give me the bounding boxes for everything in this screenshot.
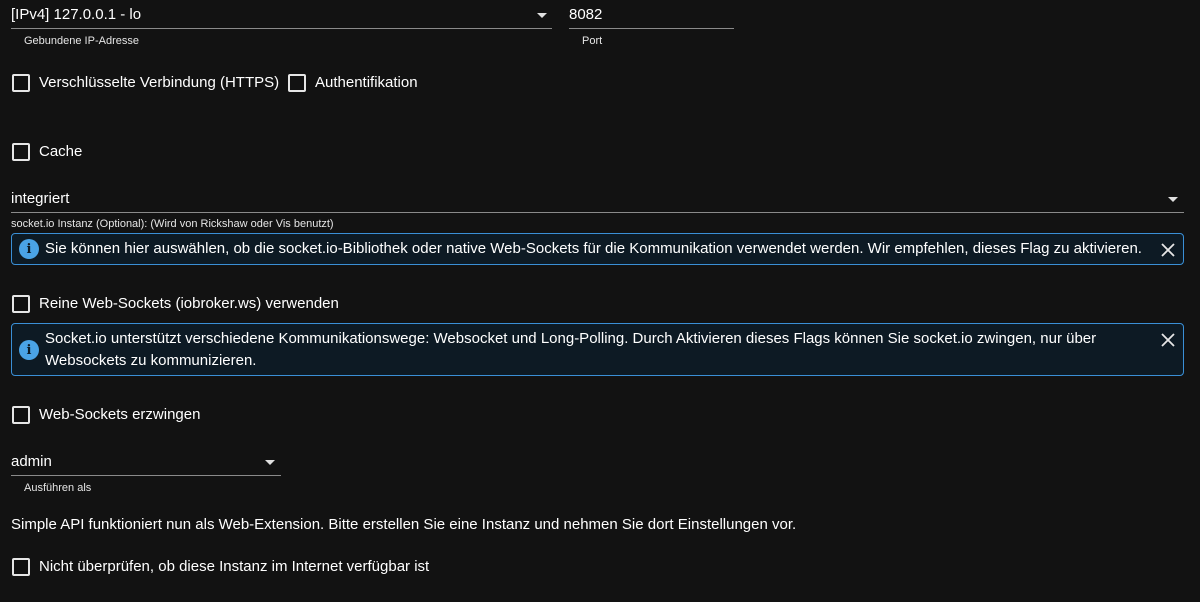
simple-api-note: Simple API funktioniert nun als Web-Exte… bbox=[11, 516, 797, 533]
force-ws-checkbox-label: Web-Sockets erzwingen bbox=[39, 406, 201, 423]
run-as-select[interactable]: admin bbox=[11, 447, 281, 477]
socketio-info-alert: i Sie können hier auswählen, ob die sock… bbox=[11, 233, 1184, 265]
websocket-info-text: Socket.io unterstützt verschiedene Kommu… bbox=[45, 330, 1097, 369]
bind-ip-helper: Gebundene IP-Adresse bbox=[24, 35, 139, 47]
port-helper: Port bbox=[582, 35, 603, 47]
pure-ws-checkbox-box[interactable] bbox=[12, 295, 30, 313]
close-icon[interactable] bbox=[1160, 242, 1176, 258]
chevron-down-icon bbox=[265, 460, 275, 465]
bind-ip-underline bbox=[11, 28, 552, 29]
force-ws-checkbox-box[interactable] bbox=[12, 406, 30, 424]
run-as-value: admin bbox=[11, 453, 52, 470]
websocket-info-alert: i Socket.io unterstützt verschiedene Kom… bbox=[11, 323, 1184, 376]
port-value: 8082 bbox=[569, 6, 603, 23]
run-as-helper: Ausführen als bbox=[24, 482, 92, 494]
info-icon: i bbox=[19, 340, 39, 360]
https-checkbox-box[interactable] bbox=[12, 74, 30, 92]
auth-checkbox-label: Authentifikation bbox=[315, 74, 418, 91]
no-check-checkbox-box[interactable] bbox=[12, 558, 30, 576]
chevron-down-icon bbox=[537, 13, 547, 18]
run-as-underline bbox=[11, 475, 281, 476]
pure-ws-checkbox-label: Reine Web-Sockets (iobroker.ws) verwende… bbox=[39, 295, 339, 312]
chevron-down-icon bbox=[1168, 197, 1178, 202]
auth-checkbox-box[interactable] bbox=[288, 74, 306, 92]
socketio-helper: socket.io Instanz (Optional): (Wird von … bbox=[11, 218, 334, 230]
bind-ip-value: [IPv4] 127.0.0.1 - lo bbox=[11, 6, 142, 23]
socketio-underline bbox=[11, 212, 1184, 213]
close-icon[interactable] bbox=[1160, 332, 1176, 348]
socketio-info-text: Sie können hier auswählen, ob die socket… bbox=[45, 240, 1142, 257]
cache-checkbox-box[interactable] bbox=[12, 143, 30, 161]
info-icon: i bbox=[19, 239, 39, 259]
bind-ip-select[interactable]: [IPv4] 127.0.0.1 - lo bbox=[11, 0, 552, 30]
port-input[interactable]: 8082 bbox=[569, 0, 734, 30]
port-underline bbox=[569, 28, 734, 29]
https-checkbox-label: Verschlüsselte Verbindung (HTTPS) bbox=[39, 74, 280, 91]
no-check-checkbox-label: Nicht überprüfen, ob diese Instanz im In… bbox=[39, 558, 430, 575]
cache-checkbox-label: Cache bbox=[39, 143, 83, 160]
socketio-value: integriert bbox=[11, 190, 70, 207]
socketio-select[interactable]: integriert bbox=[11, 184, 1184, 214]
